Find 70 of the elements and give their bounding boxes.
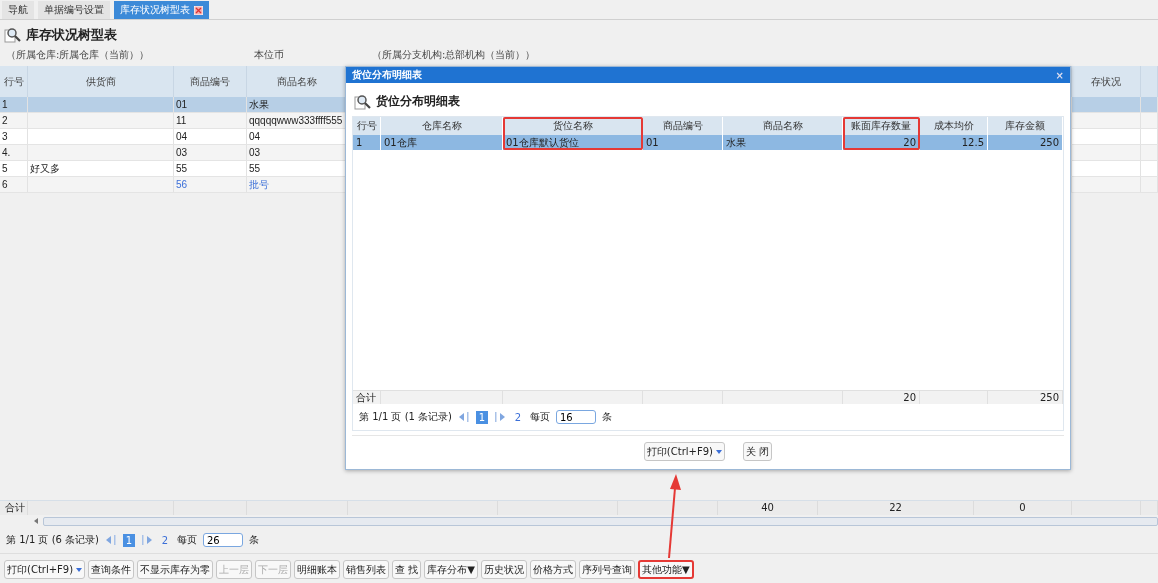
toolbar-button[interactable]: 查 找 [392,560,422,579]
column-header: 供货商 [28,66,174,97]
filter-label: （所属分支机构:总部机构（当前）） [372,48,537,62]
total-cell: 0 [974,501,1072,515]
table-cell: 12.5 [920,135,988,150]
toolbar-button[interactable]: 不显示库存为零 [137,560,214,579]
column-header: 商品名称 [247,66,348,97]
table-cell: 水果 [723,135,843,150]
table-cell: 好又多 [28,161,174,176]
dialog-button[interactable]: 打印(Ctrl+F9) [643,442,725,461]
table-cell: 1 [353,135,381,150]
dialog-title: 货位分布明细表 [352,68,422,82]
column-header: 仓库名称 [381,117,503,135]
page-link[interactable]: 2 [159,533,171,547]
column-header: 成本均价 [920,117,988,135]
table-cell: 01 [643,135,723,150]
per-page-label: 每页 [177,533,197,547]
column-header: 行号 [0,66,28,97]
page-summary: 第 1/1 页 (1 条记录) [359,410,452,424]
table-cell: 4. [0,145,28,160]
dialog-button[interactable]: 关 闭 [742,442,773,461]
column-header: 行号 [353,117,381,135]
column-header: 库存金额 [988,117,1063,135]
table-cell: 250 [988,135,1063,150]
table-cell: 01 [174,97,247,112]
table-cell: 11 [174,113,247,128]
table-cell: 55 [174,161,247,176]
table-cell[interactable]: 56 [174,177,247,192]
table-cell: 2 [0,113,28,128]
table-cell: 01仓库 [381,135,503,150]
table-cell: 5 [0,161,28,176]
table-cell: 3 [0,129,28,144]
filter-label: （所属仓库:所属仓库（当前）） [6,48,151,62]
toolbar-button[interactable]: 销售列表 [343,560,390,579]
page-summary: 第 1/1 页 (6 条记录) [6,533,99,547]
filter-label: 本位币 [254,48,285,62]
toolbar-button[interactable]: 序列号查询 [579,560,635,579]
unit-label: 条 [602,410,612,424]
page-title: 库存状况树型表 [26,26,117,44]
toolbar-button[interactable]: 查询条件 [88,560,135,579]
toolbar-button[interactable]: 明细账本 [294,560,341,579]
column-header: 存状况 [1072,66,1141,97]
total-cell: 合计 [353,391,381,404]
toolbar-button[interactable]: 打印(Ctrl+F9) [4,560,86,579]
total-cell: 40 [718,501,818,515]
toolbar-button[interactable]: 历史状况 [481,560,527,579]
total-cell: 合计 [0,501,28,515]
page-size-field[interactable]: 16 [556,410,596,424]
table-cell: 6 [0,177,28,192]
table-cell: 03 [174,145,247,160]
per-page-label: 每页 [530,410,550,424]
toolbar-button[interactable]: 价格方式 [530,560,576,579]
tab[interactable]: 导航 [2,1,34,19]
dialog-heading: 货位分布明细表 [376,93,460,110]
unit-label: 条 [249,533,259,547]
column-header: 商品编号 [643,117,723,135]
page-size-field[interactable]: 26 [203,533,243,547]
total-cell: 20 [843,391,920,404]
page-link[interactable]: 2 [512,410,524,424]
close-icon[interactable]: × [1055,69,1064,81]
table-cell: 04 [174,129,247,144]
toolbar-button[interactable]: 库存分布▼ [424,560,478,579]
total-cell: 22 [818,501,974,515]
column-header: 商品名称 [723,117,843,135]
tab[interactable]: 库存状况树型表 [114,1,209,19]
table-cell: 1 [0,97,28,112]
column-header: 商品编号 [174,66,247,97]
tab[interactable]: 单据编号设置 [38,1,110,19]
toolbar-button[interactable]: 其他功能▼ [638,560,694,579]
total-cell: 250 [988,391,1063,404]
